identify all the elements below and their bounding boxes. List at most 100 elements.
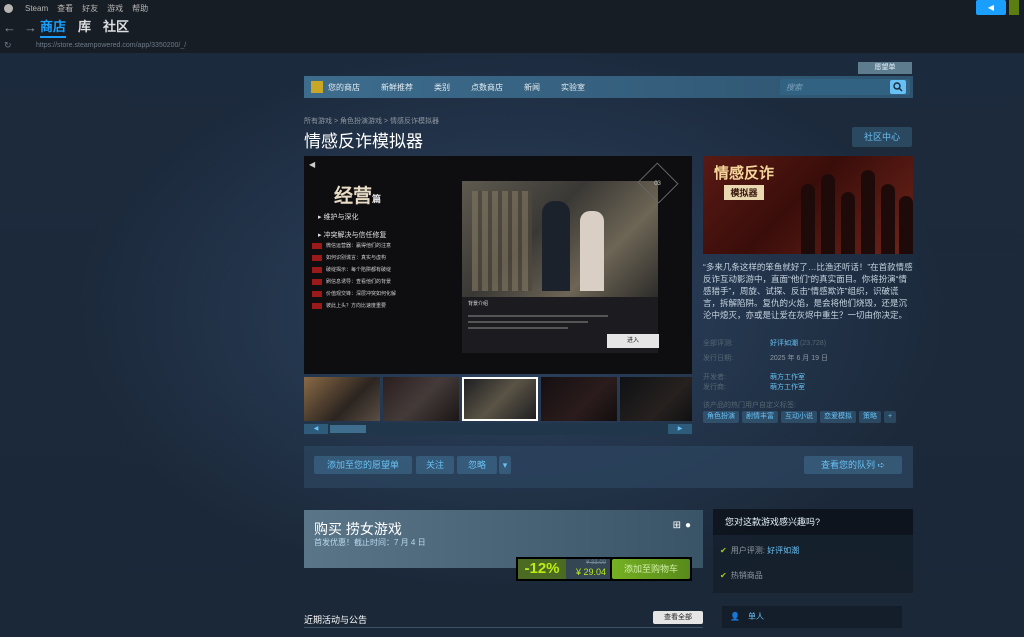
- relevance-top-seller: ✔ 热销商品: [720, 571, 763, 580]
- view-queue-button[interactable]: 查看您的队列 ➪: [804, 456, 902, 474]
- person-icon: 👤: [730, 612, 740, 621]
- store-nav-news[interactable]: 新闻: [524, 82, 540, 93]
- thumbnail-4[interactable]: [541, 377, 617, 421]
- store-nav: 您的商店 新鲜推荐 类别 点数商店 新闻 实验室: [304, 76, 913, 98]
- add-to-cart-button[interactable]: 添加至购物车: [612, 559, 690, 579]
- forward-arrow-icon[interactable]: →: [24, 20, 37, 35]
- ignore-dropdown-button[interactable]: ▾: [499, 456, 511, 474]
- relevance-reviews: ✔ 用户评测: 好评如潮: [720, 546, 800, 555]
- avatar[interactable]: [311, 81, 323, 93]
- queue-arrow-icon: ➪: [877, 460, 886, 470]
- thumbnail-scrollbar[interactable]: ◀ ▶: [304, 423, 692, 435]
- game-logo: 情感反诈 模拟器: [713, 165, 774, 200]
- list-item: 如何识别谎言：真实与虚构: [312, 254, 396, 261]
- tag-more-button[interactable]: +: [884, 411, 897, 423]
- tags-label: 该产品的热门用户自定义标签:: [703, 402, 796, 409]
- reload-icon[interactable]: ↻: [0, 40, 36, 51]
- scroll-left-icon[interactable]: ◀: [304, 424, 328, 434]
- list-item: 破绽揭示：每个陷阱都有破绽: [312, 266, 396, 273]
- thumbnail-3[interactable]: [462, 377, 538, 421]
- store-nav-new-noteworthy[interactable]: 新鲜推荐: [381, 82, 413, 93]
- back-arrow-icon[interactable]: ←: [3, 20, 16, 35]
- scroll-right-icon[interactable]: ▶: [668, 424, 692, 434]
- relevance-reviews-value[interactable]: 好评如潮: [767, 546, 799, 555]
- notification-button[interactable]: ◀: [976, 0, 1006, 15]
- megaphone-icon: ◀: [987, 3, 995, 12]
- url-bar: ↻ https://store.steampowered.com/app/335…: [0, 38, 1024, 53]
- thumbnail-2[interactable]: [383, 377, 459, 421]
- page-title: 情感反诈模拟器: [304, 132, 423, 151]
- tag-item[interactable]: 互动小说: [781, 411, 817, 423]
- feature-singleplayer[interactable]: 👤 单人: [722, 606, 902, 628]
- release-date-value: 2025 年 6 月 19 日: [770, 355, 828, 362]
- breadcrumb[interactable]: 所有游戏 > 角色扮演游戏 > 情感反诈模拟器: [304, 116, 439, 126]
- steam-logo-icon: [4, 3, 13, 13]
- screenshot-section-2: ▸ 冲突解决与信任修复: [318, 232, 387, 239]
- developer-label: 开发者:: [703, 374, 726, 381]
- release-date-label: 发行日期:: [703, 355, 733, 362]
- tag-item[interactable]: 策略: [859, 411, 881, 423]
- client-navbar: ← → 商店 库 社区: [0, 16, 1024, 38]
- client-menu: Steam 查看 好友 游戏 帮助: [4, 3, 148, 14]
- queue-action-bar: 添加至您的愿望单 关注 忽略 ▾ 查看您的队列 ➪: [304, 446, 913, 488]
- menu-games[interactable]: 游戏: [107, 3, 123, 14]
- menu-view[interactable]: 查看: [57, 3, 73, 14]
- screenshot-heading: 经营篇: [334, 186, 382, 207]
- tag-item[interactable]: 角色扮演: [703, 411, 739, 423]
- tag-item[interactable]: 恋爱模拟: [820, 411, 856, 423]
- search-icon: [893, 82, 903, 92]
- store-nav-points-shop[interactable]: 点数商店: [471, 82, 503, 93]
- tag-list: 角色扮演 剧情丰富 互动小说 恋爱模拟 策略 +: [703, 411, 897, 423]
- ignore-button[interactable]: 忽略: [457, 456, 497, 474]
- check-icon: ✔: [720, 546, 727, 555]
- publisher-link[interactable]: 萌方工作室: [770, 382, 805, 392]
- scroll-handle[interactable]: [330, 425, 366, 433]
- store-search: [780, 79, 910, 95]
- search-button[interactable]: [890, 80, 906, 94]
- chevron-down-icon: ▾: [502, 460, 508, 470]
- price-block: -12% ¥ 33.00 ¥ 29.04 添加至购物车: [516, 557, 692, 581]
- list-item: 价值观交锋：深层冲突如何化解: [312, 290, 396, 297]
- relevance-panel: 您对这款游戏感兴趣吗? ✔ 用户评测: 好评如潮 ✔ 热销商品: [713, 509, 913, 593]
- original-price: ¥ 33.00: [585, 560, 606, 566]
- thumbnail-5[interactable]: [620, 377, 692, 421]
- header-capsule-image: 情感反诈 模拟器: [703, 156, 913, 254]
- store-nav-your-store[interactable]: 您的商店: [328, 82, 360, 93]
- purchase-title: 购买 捞女游戏: [314, 521, 402, 537]
- all-reviews-label: 全部评测:: [703, 340, 733, 347]
- follow-button[interactable]: 关注: [416, 456, 454, 474]
- add-to-wishlist-button[interactable]: 添加至您的愿望单: [314, 456, 412, 474]
- divider: [304, 627, 703, 628]
- url-text[interactable]: https://store.steampowered.com/app/33502…: [36, 42, 186, 49]
- tab-community[interactable]: 社区: [103, 16, 129, 38]
- screenshot-back-icon: ◀: [309, 160, 316, 169]
- discount-badge: -12%: [518, 559, 566, 579]
- tag-item[interactable]: 剧情丰富: [742, 411, 778, 423]
- thumbnail-1[interactable]: [304, 377, 380, 421]
- tab-library[interactable]: 库: [78, 16, 91, 38]
- menu-help[interactable]: 帮助: [132, 3, 148, 14]
- store-nav-labs[interactable]: 实验室: [561, 82, 585, 93]
- wishlist-tab-button[interactable]: 愿望单: [858, 62, 912, 74]
- store-nav-categories[interactable]: 类别: [434, 82, 450, 93]
- price-values: ¥ 33.00 ¥ 29.04: [566, 559, 610, 579]
- green-status-button[interactable]: [1009, 0, 1019, 15]
- windows-icon: ⊞: [672, 520, 681, 531]
- platform-icons: ⊞ ●: [673, 520, 691, 531]
- relevance-heading: 您对这款游戏感兴趣吗?: [713, 509, 913, 535]
- menu-steam[interactable]: Steam: [25, 4, 48, 13]
- main-screenshot[interactable]: ◀ 经营篇 ▸ 维护与深化 ▸ 冲突解决与信任修复 微信运营器：赢得他们的注意 …: [304, 156, 692, 374]
- search-input[interactable]: [780, 80, 890, 94]
- check-icon: ✔: [720, 571, 727, 580]
- apple-icon: ●: [684, 520, 691, 531]
- view-all-news-button[interactable]: 查看全部: [653, 611, 703, 624]
- final-price: ¥ 29.04: [575, 567, 606, 577]
- all-reviews-value[interactable]: 好评如潮 (23,728): [770, 338, 826, 348]
- screenshot-photo: [462, 181, 658, 297]
- publisher-label: 发行商:: [703, 384, 726, 391]
- menu-friends[interactable]: 好友: [82, 3, 98, 14]
- community-hub-button[interactable]: 社区中心: [852, 127, 912, 147]
- list-item: 刷信息诱导：查看他们的背景: [312, 278, 396, 285]
- tab-store[interactable]: 商店: [40, 16, 67, 38]
- developer-link[interactable]: 萌方工作室: [770, 372, 805, 382]
